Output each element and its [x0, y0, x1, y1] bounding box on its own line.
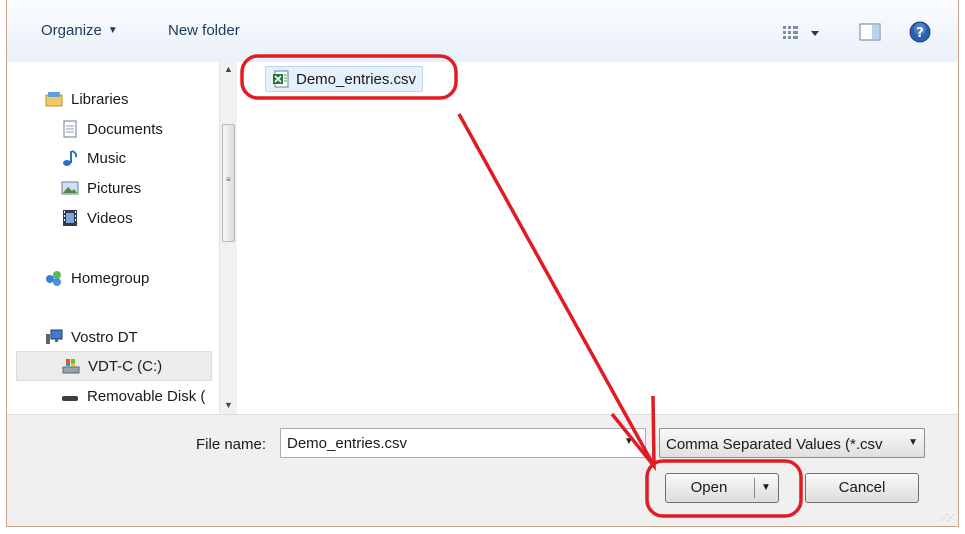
navigation-scrollbar[interactable]: ▲ ≡ ▼ [219, 62, 238, 414]
nav-item-homegroup[interactable]: Homegroup [45, 265, 149, 291]
scrollbar-thumb[interactable]: ≡ [222, 124, 235, 242]
libraries-icon [45, 92, 63, 107]
resize-grip-icon[interactable]: ⋰⋰ [940, 513, 955, 522]
nav-label-drive-c: VDT-C (C:) [88, 357, 163, 375]
file-list-pane: Demo_entries.csv [237, 62, 958, 414]
file-name: Demo_entries.csv [296, 70, 417, 88]
system-drive-icon [62, 359, 80, 374]
nav-label-pictures: Pictures [87, 179, 142, 197]
pictures-icon [61, 181, 79, 195]
preview-pane-icon[interactable] [859, 23, 881, 41]
nav-label-homegroup: Homegroup [71, 269, 150, 287]
new-folder-button[interactable]: New folder [168, 22, 240, 39]
removable-disk-icon [62, 396, 78, 401]
computer-icon [46, 329, 63, 344]
thumb-grip-icon: ≡ [226, 175, 231, 184]
organize-menu-button[interactable]: Organize ▼ [41, 22, 118, 39]
dialog-footer: File name: ▼ Comma Separated Values (*.c… [7, 414, 958, 526]
open-options-arrow-icon[interactable]: ▼ [761, 474, 771, 502]
homegroup-icon [46, 271, 61, 286]
nav-label-libraries: Libraries [71, 90, 129, 108]
file-open-dialog: Organize ▼ New folder ? Libraries Docume… [6, 0, 959, 527]
nav-label-removable-disk: Removable Disk ( [87, 387, 206, 405]
scroll-down-arrow-icon[interactable]: ▼ [224, 400, 233, 410]
nav-item-music[interactable]: Music [61, 145, 126, 171]
file-name-history-dropdown-icon[interactable]: ▼ [624, 436, 634, 447]
documents-icon [63, 120, 77, 138]
nav-item-computer[interactable]: Vostro DT [45, 324, 138, 350]
nav-item-documents[interactable]: Documents [61, 116, 163, 142]
excel-csv-icon [273, 70, 289, 88]
nav-item-drive-c[interactable]: VDT-C (C:) [16, 351, 212, 381]
nav-label-computer: Vostro DT [71, 328, 138, 346]
nav-item-libraries[interactable]: Libraries [45, 86, 129, 112]
navigation-pane: Libraries Documents Music Pictures Video… [7, 62, 219, 414]
file-item[interactable]: Demo_entries.csv [265, 66, 424, 92]
dropdown-arrow-icon: ▼ [107, 25, 118, 36]
music-icon [63, 150, 78, 166]
open-label: Open [690, 479, 728, 496]
nav-label-videos: Videos [87, 209, 133, 227]
scroll-up-arrow-icon[interactable]: ▲ [224, 64, 233, 74]
open-button[interactable]: Open ▼ [665, 473, 779, 503]
file-name-input[interactable] [280, 428, 646, 458]
file-name-label: File name: [196, 436, 267, 453]
cancel-button[interactable]: Cancel [805, 473, 919, 503]
change-view-icon[interactable] [781, 24, 821, 42]
organize-label: Organize [41, 22, 102, 39]
nav-item-videos[interactable]: Videos [61, 205, 133, 231]
help-icon[interactable]: ? [909, 21, 931, 43]
nav-item-pictures[interactable]: Pictures [61, 175, 141, 201]
file-type-select[interactable]: Comma Separated Values (*.csv ▼ [659, 428, 925, 458]
file-type-value: Comma Separated Values (*.csv [666, 436, 883, 453]
nav-item-removable-disk[interactable]: Removable Disk ( [61, 383, 205, 409]
nav-label-music: Music [87, 149, 127, 167]
command-bar: Organize ▼ New folder ? [7, 0, 958, 63]
videos-icon [63, 210, 77, 226]
split-divider [754, 478, 755, 498]
nav-label-documents: Documents [87, 120, 163, 138]
svg-text:?: ? [916, 26, 924, 41]
chevron-down-icon: ▼ [908, 437, 918, 448]
